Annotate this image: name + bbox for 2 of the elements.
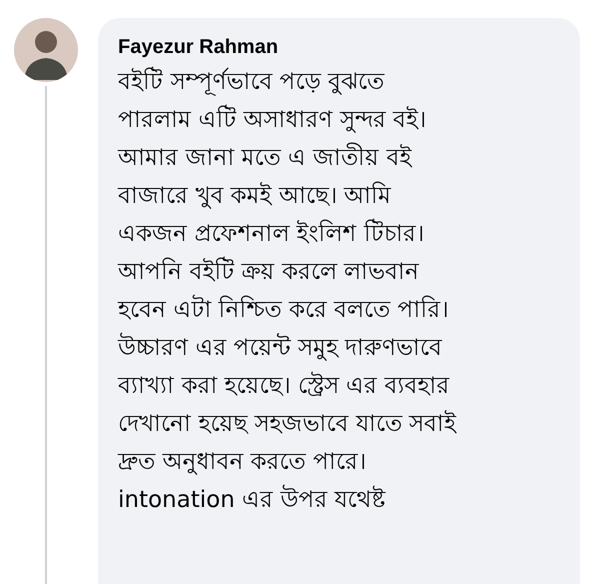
comment-text: বইটি সম্পূর্ণভাবে পড়ে বুঝতে পারলাম এটি অসাধারণ সুন্দর বই। আমার জানা মতে এ জাতীয় বই বাজারে খুব কমই আছে। আমি একজন প্রফেশনাল ইংলিশ টিচার। আপনি বইটি ক্রয় করলে লাভবান হবেন এটা নিশ্চিত করে বলতে পারি। উচ্চারণ এর পয়েন্ট সমুহ দারুণভাবে ব্যাখ্যা করা হয়েছে। স্ট্রেস এর ব্যবহার দেখানো হয়েছ সহজভাবে যাতে সবাই দ্রুত অনুধাবন করতে পারে। intonation এর উপর যথেষ্ট — [118, 63, 564, 519]
author-name[interactable]: Fayezur Rahman — [118, 36, 564, 59]
